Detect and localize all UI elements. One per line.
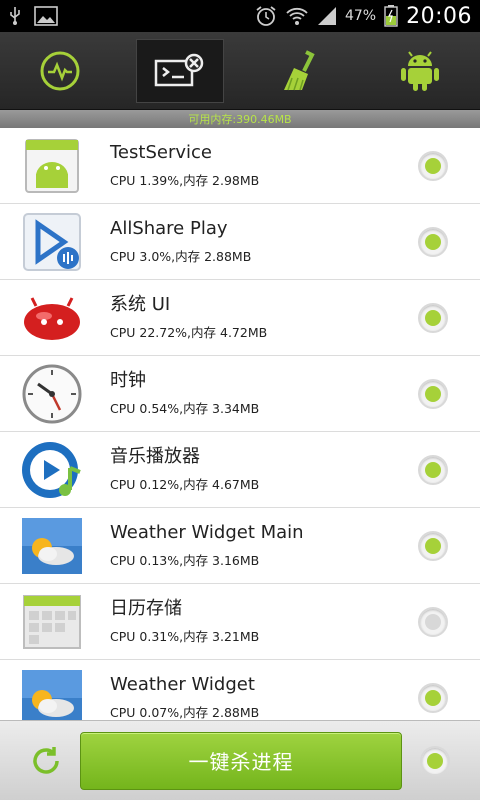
process-stats: CPU 0.07%,内存 2.88MB <box>110 705 260 720</box>
battery-icon <box>384 5 398 27</box>
memory-strip: 可用内存:390.46MB <box>0 110 480 128</box>
weather-icon <box>22 669 82 720</box>
list-item[interactable]: Weather Widget Main CPU 0.13%,内存 3.16MB <box>0 508 480 584</box>
music-player-icon <box>22 441 81 498</box>
process-list[interactable]: TestService CPU 1.39%,内存 2.98MB AllShare… <box>0 128 480 720</box>
process-checkbox[interactable] <box>418 226 448 257</box>
usb-icon <box>10 7 20 25</box>
monitor-icon <box>40 51 80 90</box>
status-bar: 47% 20:06 <box>0 0 480 32</box>
kill-all-button[interactable]: 一键杀进程 <box>80 731 402 790</box>
process-checkbox[interactable] <box>418 302 448 333</box>
clock-icon <box>22 364 82 423</box>
list-item[interactable]: 时钟 CPU 0.54%,内存 3.34MB <box>0 356 480 432</box>
allshare-play-icon <box>23 212 81 271</box>
test-service-icon <box>25 138 79 193</box>
android-icon <box>401 50 439 91</box>
tab-task-kill[interactable] <box>136 38 224 103</box>
refresh-button[interactable] <box>24 739 68 783</box>
broom-icon <box>284 49 315 90</box>
list-item[interactable]: AllShare Play CPU 3.0%,内存 2.88MB <box>0 204 480 280</box>
process-name: Weather Widget <box>110 674 255 695</box>
refresh-icon <box>33 746 59 774</box>
process-checkbox[interactable] <box>418 454 448 485</box>
available-memory: 可用内存:390.46MB <box>188 113 292 126</box>
process-stats: CPU 3.0%,内存 2.88MB <box>110 249 252 264</box>
process-stats: CPU 0.31%,内存 3.21MB <box>110 629 260 644</box>
clock-time: 20:06 <box>406 3 472 29</box>
process-stats: CPU 1.39%,内存 2.98MB <box>110 173 260 188</box>
alarm-icon <box>256 6 276 26</box>
process-name: 音乐播放器 <box>110 446 200 467</box>
tab-cleaner[interactable] <box>256 39 344 103</box>
weather-icon <box>22 517 82 574</box>
process-checkbox[interactable] <box>418 378 448 409</box>
process-stats: CPU 0.13%,内存 3.16MB <box>110 553 260 568</box>
process-name: AllShare Play <box>110 218 228 239</box>
wifi-icon <box>286 7 308 25</box>
list-item[interactable]: 系统 UI CPU 22.72%,内存 4.72MB <box>0 280 480 356</box>
process-stats: CPU 22.72%,内存 4.72MB <box>110 325 268 340</box>
process-name: 时钟 <box>110 370 146 391</box>
process-checkbox[interactable] <box>418 682 448 713</box>
process-name: 系统 UI <box>110 294 171 315</box>
list-item[interactable]: TestService CPU 1.39%,内存 2.98MB <box>0 128 480 204</box>
list-item[interactable]: 日历存储 CPU 0.31%,内存 3.21MB <box>0 584 480 660</box>
process-stats: CPU 0.12%,内存 4.67MB <box>110 477 260 492</box>
process-stats: CPU 0.54%,内存 3.34MB <box>110 401 260 416</box>
process-name: Weather Widget Main <box>110 522 304 543</box>
jellybean-icon <box>24 296 80 340</box>
list-item[interactable]: Weather Widget CPU 0.07%,内存 2.88MB <box>0 660 480 720</box>
process-checkbox[interactable] <box>418 606 448 637</box>
process-checkbox[interactable] <box>418 530 448 561</box>
image-icon <box>34 6 58 26</box>
process-name: TestService <box>110 142 212 163</box>
bottom-bar: 一键杀进程 <box>0 720 480 800</box>
task-kill-icon <box>154 53 204 86</box>
signal-icon <box>317 7 336 25</box>
toolbar <box>0 32 480 110</box>
tab-android[interactable] <box>376 39 464 103</box>
calendar-storage-icon <box>23 594 81 649</box>
process-name: 日历存储 <box>110 598 182 619</box>
list-item[interactable]: 音乐播放器 CPU 0.12%,内存 4.67MB <box>0 432 480 508</box>
select-all-checkbox[interactable] <box>420 745 450 776</box>
battery-percent: 47% <box>344 8 377 24</box>
tab-monitor[interactable] <box>16 39 104 103</box>
process-checkbox[interactable] <box>418 150 448 181</box>
